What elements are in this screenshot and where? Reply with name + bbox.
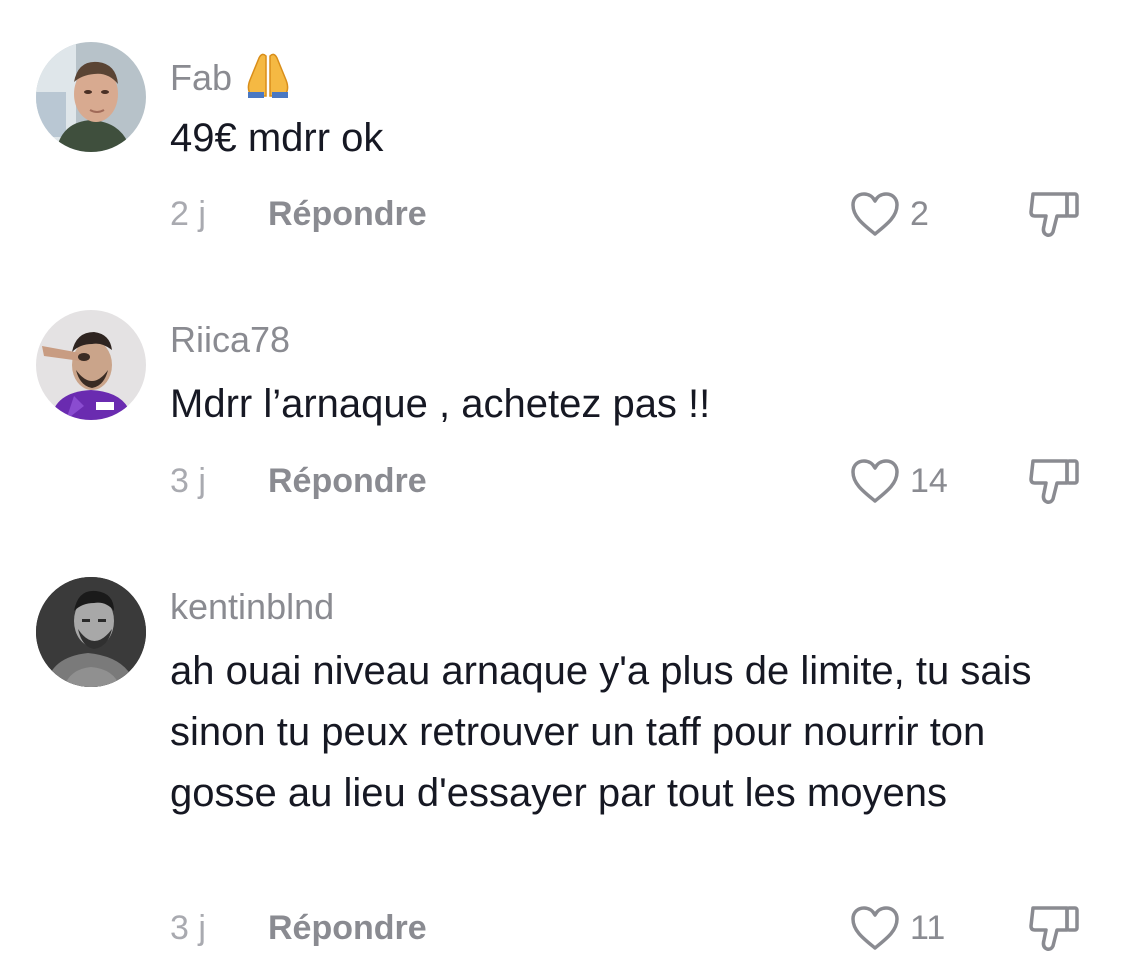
reply-button[interactable]: Répondre [268,192,427,236]
like-button[interactable]: 2 [848,188,929,240]
username[interactable]: kentinblnd [170,585,334,629]
comment-date: 3 j [170,909,206,947]
username-text: Fab [170,57,233,98]
heart-outline-icon [851,906,899,950]
comment-text: ah ouai niveau arnaque y'a plus de limit… [170,649,1032,815]
comment-date: 2 j [170,195,206,233]
reply-button[interactable]: Répondre [268,906,427,950]
like-button[interactable]: 11 [848,902,945,954]
comment-meta: 3 j Répondre [170,459,427,503]
like-count: 11 [910,908,946,947]
avatar[interactable] [36,42,146,152]
comment-date: 3 j [170,462,206,500]
reply-button[interactable]: Répondre [268,459,427,503]
thumbs-down-outline-icon [1029,192,1079,237]
comment-meta: 3 j Répondre [170,906,427,950]
thumbs-down-outline-icon [1029,906,1079,951]
dislike-button[interactable] [1027,902,1081,954]
avatar[interactable] [36,577,146,687]
username[interactable]: Riica78 [170,318,290,362]
username[interactable]: Fab [170,50,294,108]
comment-text: Mdrr l’arnaque , achetez pas !! [170,382,711,426]
avatar[interactable] [36,310,146,420]
dislike-button[interactable] [1027,455,1081,507]
comment-meta: 2 j Répondre [170,192,427,236]
comment-text: 49€ mdrr ok [170,116,384,160]
dislike-button[interactable] [1027,188,1081,240]
like-count: 2 [910,194,929,233]
like-count: 14 [910,461,948,500]
heart-outline-icon [851,459,899,503]
like-button[interactable]: 14 [848,455,948,507]
thumbs-down-outline-icon [1029,459,1079,504]
praying-hands-emoji-icon [242,50,294,108]
heart-outline-icon [851,192,899,236]
